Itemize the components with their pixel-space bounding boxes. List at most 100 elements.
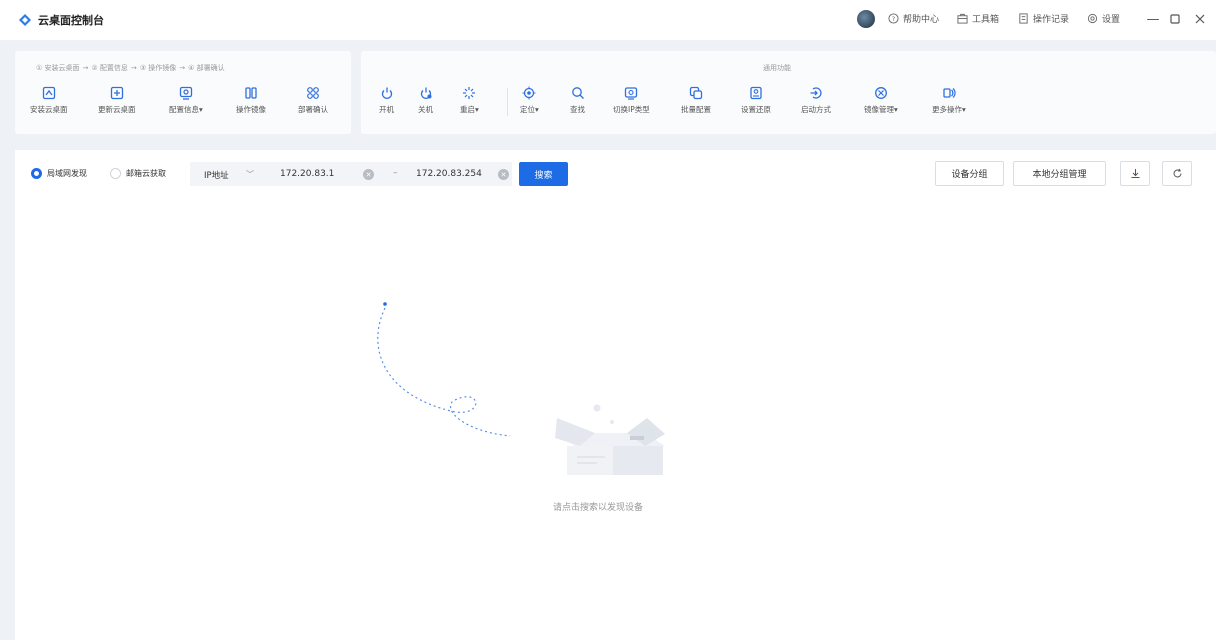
local-group-manage-button[interactable]: 本地分组管理	[1013, 161, 1106, 186]
ip-type-select[interactable]: IP地址	[204, 169, 229, 181]
config-icon	[179, 86, 193, 100]
trail-dot	[383, 302, 387, 306]
settings-label: 设置	[1102, 15, 1121, 25]
update-icon	[110, 86, 123, 100]
step-1: ① 安装云桌面	[36, 64, 80, 72]
app-title: 云桌面控制台	[38, 14, 104, 27]
toolbar-divider	[507, 88, 508, 116]
minimize-icon: —	[1146, 11, 1160, 27]
image-manage-button[interactable]: 镜像管理▾	[864, 86, 898, 115]
step-3: ③ 操作镜像	[139, 64, 177, 72]
deploy-confirm-button[interactable]: 部署确认	[298, 86, 328, 115]
refresh-button[interactable]	[1162, 161, 1192, 186]
help-center-label: 帮助中心	[903, 15, 940, 25]
boot-mode-icon	[810, 87, 822, 99]
close-icon	[1195, 14, 1205, 24]
gear-icon	[1087, 13, 1098, 24]
install-icon	[42, 86, 55, 100]
switch-ip-type-label: 切换IP类型	[613, 105, 650, 114]
power-off-label: 关机	[418, 105, 433, 114]
restart-button[interactable]: 重启▾	[460, 86, 479, 115]
find-button[interactable]: 查找	[570, 86, 585, 115]
download-button[interactable]	[1120, 161, 1150, 186]
ip-end-input[interactable]: 172.20.83.254	[416, 169, 482, 179]
deploy-icon	[307, 87, 319, 99]
maximize-icon	[1170, 14, 1180, 24]
restore-settings-button[interactable]: 设置还原	[741, 86, 771, 115]
more-actions-label: 更多操作▾	[932, 105, 966, 114]
operation-log-link[interactable]: 操作记录	[1018, 12, 1069, 25]
device-group-button[interactable]: 设备分组	[935, 161, 1004, 186]
lan-discovery-label: 局域网发现	[47, 169, 87, 178]
toolbox-label: 工具箱	[972, 15, 1000, 25]
radio-unchecked-icon	[110, 168, 121, 179]
restart-icon	[463, 87, 476, 99]
log-icon	[1019, 13, 1028, 24]
dashed-trail	[377, 307, 511, 437]
power-off-icon	[420, 87, 431, 99]
content-area	[15, 150, 1216, 640]
toolbox-icon	[957, 13, 968, 24]
batch-config-label: 批量配置	[681, 105, 711, 114]
update-desktop-label: 更新云桌面	[98, 105, 136, 114]
radio-checked-icon	[31, 168, 42, 179]
empty-illustration	[377, 302, 665, 475]
more-icon	[943, 88, 956, 98]
maximize-button[interactable]	[1165, 9, 1185, 29]
settings-link[interactable]: 设置	[1087, 12, 1120, 25]
install-desktop-button[interactable]: 安装云桌面	[30, 86, 68, 115]
install-desktop-label: 安装云桌面	[30, 105, 68, 114]
image-manage-label: 镜像管理▾	[864, 105, 898, 114]
power-off-button[interactable]: 关机	[418, 86, 433, 115]
download-icon	[1131, 169, 1139, 178]
cloud-fetch-label: 邮箱云获取	[126, 169, 166, 178]
power-on-button[interactable]: 开机	[379, 86, 394, 115]
locate-button[interactable]: 定位▾	[520, 86, 539, 115]
locate-icon	[522, 86, 536, 100]
common-functions-title: 通用功能	[763, 64, 791, 72]
avatar[interactable]	[857, 10, 875, 28]
lan-discovery-radio[interactable]: 局域网发现	[31, 168, 87, 179]
empty-state-text: 请点击搜索以发现设备	[553, 503, 644, 513]
operate-mirror-label: 操作镜像	[236, 105, 266, 114]
boot-mode-button[interactable]: 启动方式	[801, 86, 831, 115]
cloud-fetch-radio[interactable]: 邮箱云获取	[110, 168, 166, 179]
operate-mirror-button[interactable]: 操作镜像	[236, 86, 266, 115]
refresh-icon	[1173, 168, 1181, 178]
empty-box-icon	[555, 404, 665, 475]
restart-label: 重启▾	[460, 105, 479, 114]
chevron-down-icon[interactable]: ﹀	[246, 169, 254, 180]
svg-text:?: ?	[892, 15, 895, 23]
batch-config-button[interactable]: 批量配置	[681, 86, 711, 115]
help-icon: ?	[888, 13, 899, 24]
search-button[interactable]: 搜索	[519, 162, 568, 186]
image-manage-icon	[874, 87, 887, 99]
find-label: 查找	[570, 105, 585, 114]
help-center-link[interactable]: ? 帮助中心	[888, 12, 939, 25]
clear-ip-end-icon[interactable]: ✕	[498, 169, 509, 180]
clear-ip-start-icon[interactable]: ✕	[363, 169, 374, 180]
restore-settings-label: 设置还原	[741, 105, 771, 114]
ip-start-input[interactable]: 172.20.83.1	[280, 169, 334, 179]
config-info-button[interactable]: 配置信息▾	[169, 86, 203, 115]
update-desktop-button[interactable]: 更新云桌面	[98, 86, 136, 115]
locate-label: 定位▾	[520, 105, 539, 114]
close-button[interactable]	[1190, 9, 1210, 29]
step-4: ④ 部署确认	[188, 64, 225, 72]
power-on-label: 开机	[379, 105, 394, 114]
toolbox-link[interactable]: 工具箱	[957, 12, 999, 25]
restore-icon	[750, 86, 762, 100]
deploy-steps: ① 安装云桌面 → ② 配置信息 → ③ 操作镜像 → ④ 部署确认	[36, 64, 225, 72]
operation-log-label: 操作记录	[1033, 15, 1070, 25]
power-on-icon	[381, 87, 392, 99]
switch-ip-icon	[625, 87, 638, 100]
mirror-icon	[245, 87, 257, 99]
minimize-button[interactable]: —	[1143, 9, 1163, 29]
switch-ip-type-button[interactable]: 切换IP类型	[613, 86, 650, 115]
config-info-label: 配置信息▾	[169, 105, 203, 114]
app-logo-icon	[19, 14, 31, 26]
boot-mode-label: 启动方式	[801, 105, 831, 114]
batch-config-icon	[689, 86, 703, 100]
step-2: ② 配置信息	[91, 64, 128, 72]
more-actions-button[interactable]: 更多操作▾	[932, 86, 966, 115]
